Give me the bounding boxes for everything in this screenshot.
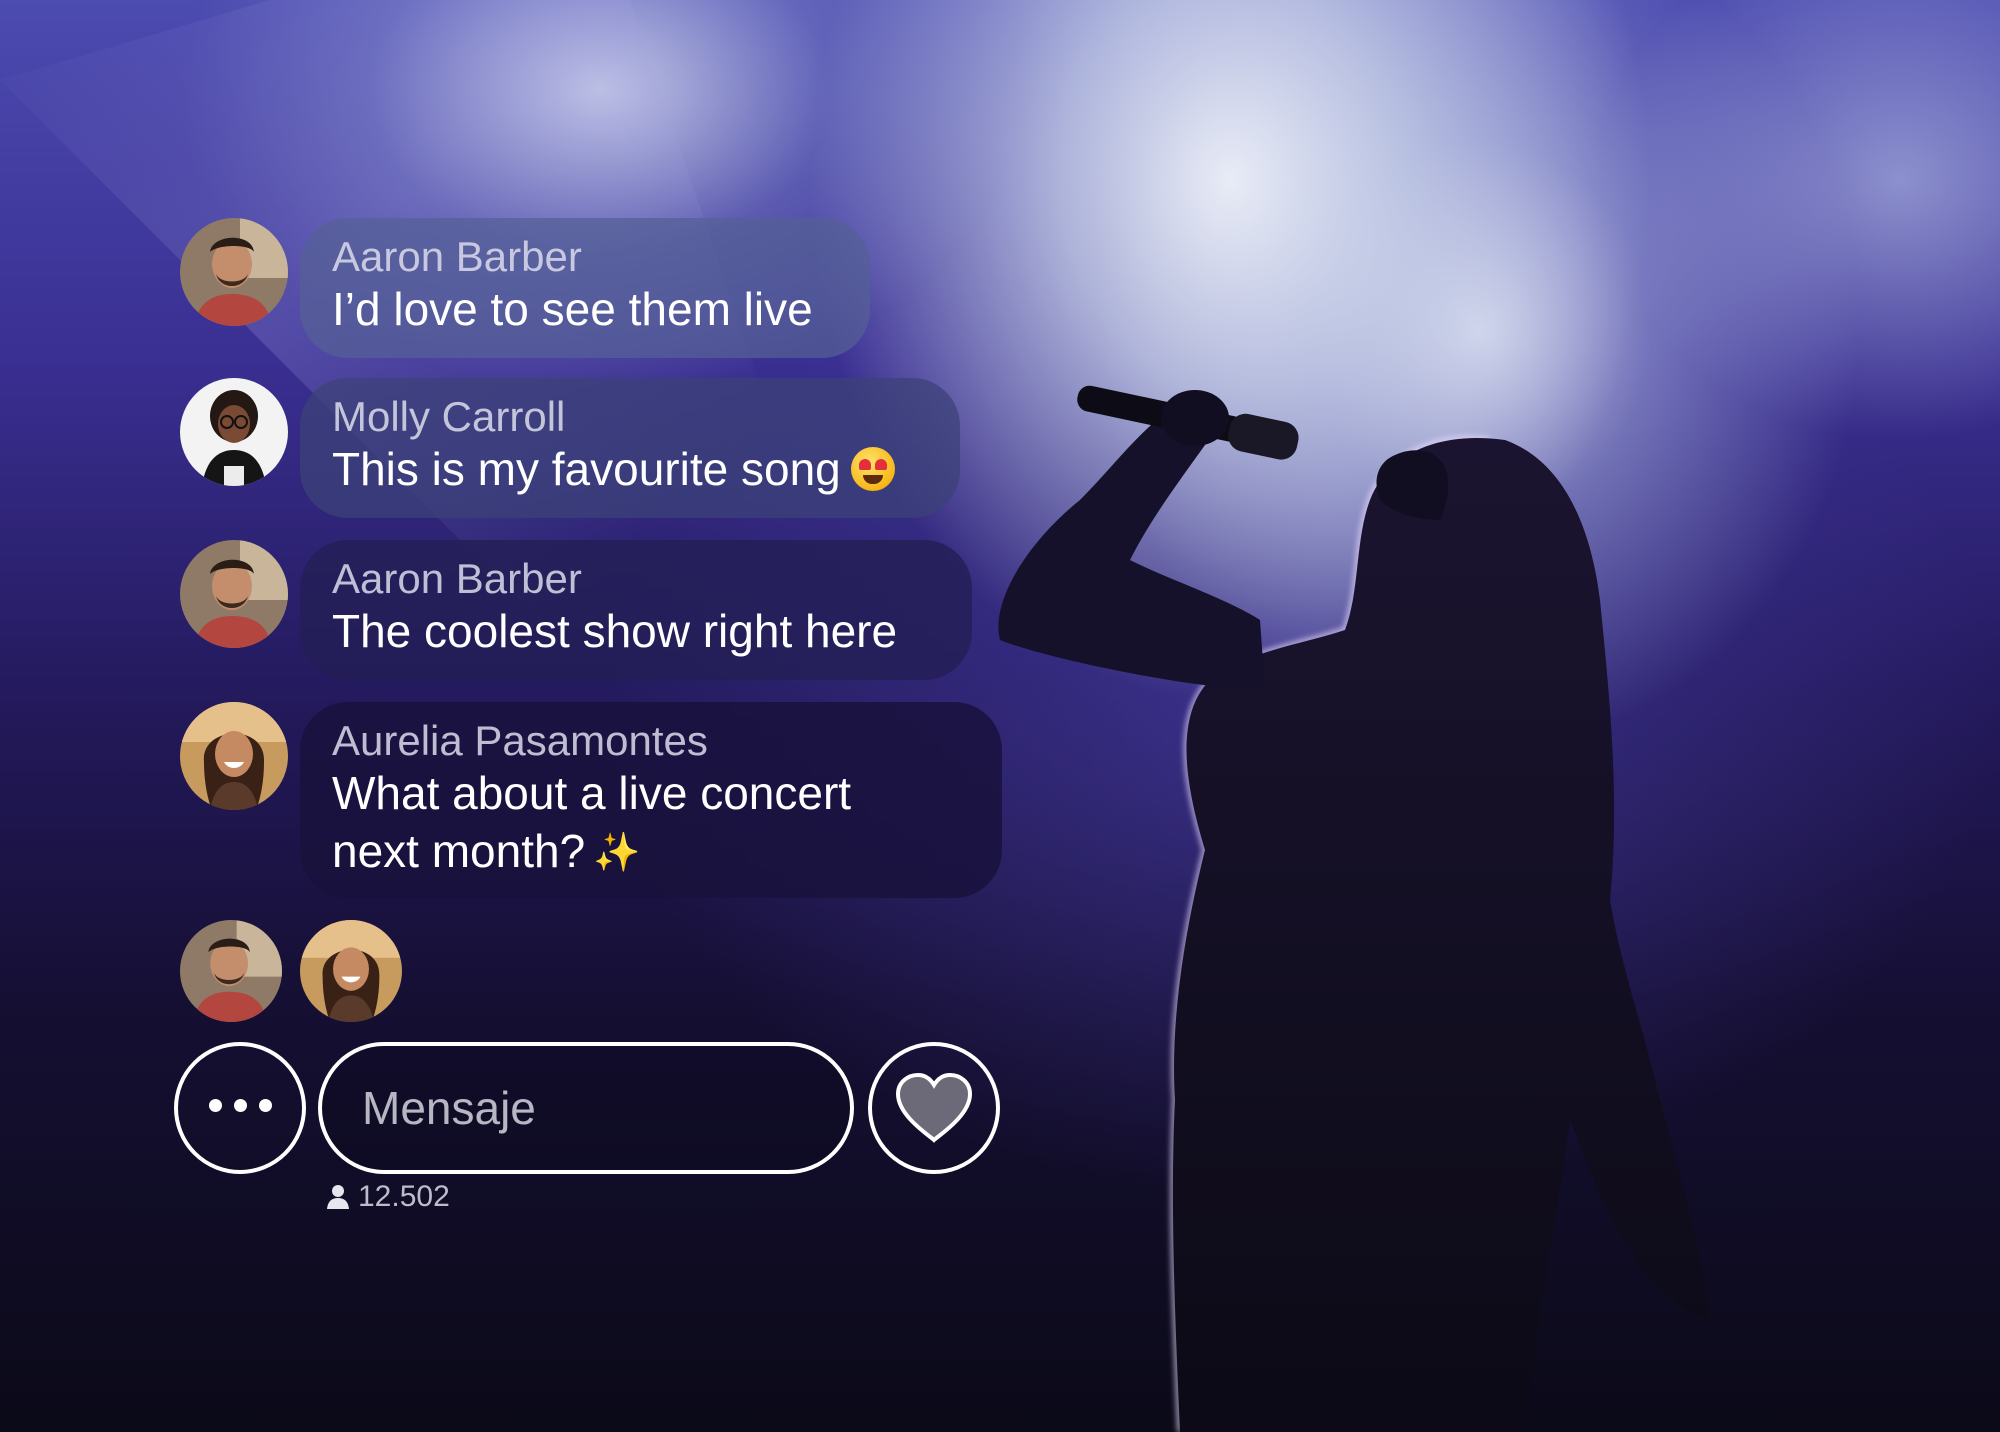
heart-eyes-emoji-icon xyxy=(850,447,895,491)
message-author: Aurelia Pasamontes xyxy=(332,717,708,764)
message-bubble: Aaron Barber I’d love to see them live xyxy=(300,218,870,358)
message-text: The coolest show right here xyxy=(332,605,898,657)
molly-avatar-icon xyxy=(180,378,288,486)
typing-avatar-aaron[interactable] xyxy=(180,920,282,1022)
avatar[interactable] xyxy=(180,218,288,326)
ellipsis-icon xyxy=(203,1099,278,1117)
typing-avatar-aurelia[interactable] xyxy=(300,920,402,1022)
live-stream-stage: Aaron Barber I’d love to see them live M… xyxy=(0,0,2000,1432)
avatar[interactable] xyxy=(180,378,288,486)
message-bubble: Aaron Barber The coolest show right here xyxy=(300,540,972,680)
viewer-count-value: 12.502 xyxy=(358,1180,450,1213)
message-text-line-1: What about a live concert xyxy=(332,767,852,819)
chat-message: Aaron Barber The coolest show right here xyxy=(180,540,972,680)
more-options-button[interactable] xyxy=(174,1042,306,1174)
message-text-line-2: next month? ✨ xyxy=(332,822,970,882)
aurelia-avatar-icon xyxy=(300,920,402,1022)
message-author: Aaron Barber xyxy=(332,555,582,602)
like-button[interactable] xyxy=(868,1042,1000,1174)
person-icon xyxy=(327,1185,349,1209)
viewer-count: 12.502 xyxy=(326,1180,450,1214)
aurelia-avatar-icon xyxy=(180,702,288,810)
avatar[interactable] xyxy=(180,540,288,648)
chat-message: Aurelia Pasamontes What about a live con… xyxy=(180,702,1002,898)
message-bubble: Molly Carroll This is my favourite song xyxy=(300,378,960,518)
aaron-avatar-icon xyxy=(180,218,288,326)
aaron-avatar-icon xyxy=(180,920,282,1022)
message-author: Aaron Barber xyxy=(332,233,582,280)
message-author: Molly Carroll xyxy=(332,393,566,440)
heart-icon xyxy=(895,1072,973,1143)
chat-message: Aaron Barber I’d love to see them live xyxy=(180,218,870,358)
message-text: I’d love to see them live xyxy=(332,283,813,335)
message-text: This is my favourite song xyxy=(332,440,928,498)
message-bubble: Aurelia Pasamontes What about a live con… xyxy=(300,702,1002,898)
avatar[interactable] xyxy=(180,702,288,810)
message-input[interactable] xyxy=(318,1042,854,1174)
chat-message: Molly Carroll This is my favourite song xyxy=(180,378,960,518)
sparkles-emoji-icon: ✨ xyxy=(593,832,641,874)
aaron-avatar-icon xyxy=(180,540,288,648)
